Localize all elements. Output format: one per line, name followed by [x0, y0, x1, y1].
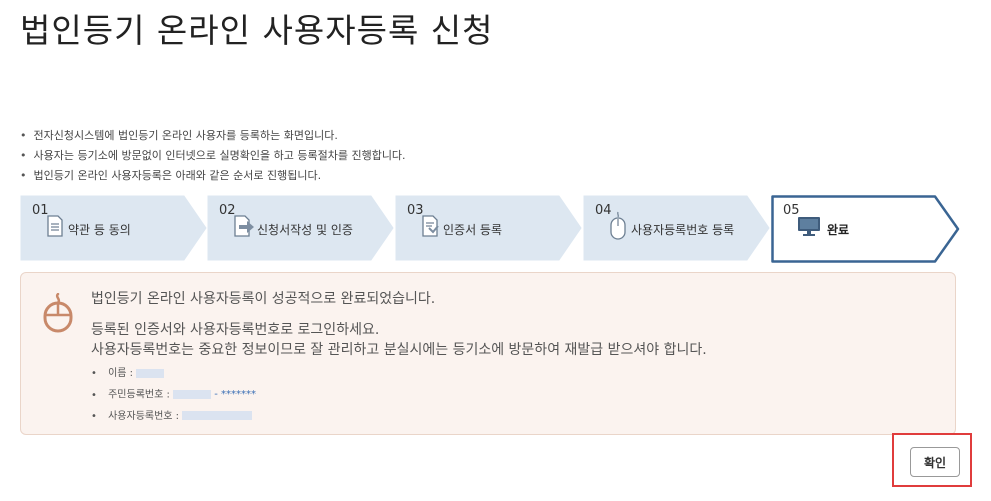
- step-certificate: 03 인증서 등록: [395, 195, 595, 261]
- mouse-icon: [609, 211, 627, 245]
- intro-item: 전자신청시스템에 법인등기 온라인 사용자를 등록하는 화면입니다.: [20, 126, 406, 146]
- rrn-row: 주민등록번호 : - *******: [91, 384, 256, 406]
- result-panel: 법인등기 온라인 사용자등록이 성공적으로 완료되었습니다. 등록된 인증서와 …: [20, 272, 956, 435]
- rrn-masked-value: [173, 390, 212, 399]
- step-label: 신청서작성 및 인증: [257, 223, 353, 237]
- step-label: 인증서 등록: [443, 223, 503, 237]
- progress-steps: 01 약관 등 동의 02 신청서작성 및 인증 03 인증서 등록 04 사용…: [0, 195, 991, 263]
- name-label: 이름 :: [108, 368, 134, 379]
- document-icon: [46, 215, 64, 241]
- user-number-masked-value: [182, 411, 253, 420]
- step-label: 사용자등록번호 등록: [631, 223, 735, 237]
- rrn-suffix: - *******: [214, 389, 257, 400]
- form-arrow-icon: [233, 215, 257, 241]
- step-label: 완료: [827, 223, 850, 237]
- name-row: 이름 :: [91, 363, 256, 384]
- step-agreement: 01 약관 등 동의: [20, 195, 220, 261]
- step-application: 02 신청서작성 및 인증: [207, 195, 407, 261]
- user-number-notice: 사용자등록번호는 중요한 정보이므로 잘 관리하고 분실시에는 등기소에 방문하…: [91, 342, 707, 358]
- user-number-row: 사용자등록번호 :: [91, 406, 256, 427]
- login-instruction: 등록된 인증서와 사용자등록번호로 로그인하세요.: [91, 322, 380, 338]
- step-label: 약관 등 동의: [68, 223, 131, 237]
- mouse-icon: [41, 292, 75, 337]
- intro-item: 법인등기 온라인 사용자등록은 아래와 같은 순서로 진행됩니다.: [20, 166, 406, 186]
- confirm-button[interactable]: 확인: [910, 447, 960, 477]
- page-title: 법인등기 온라인 사용자등록 신청: [20, 11, 494, 50]
- step-complete: 05 완료: [771, 195, 971, 263]
- success-message: 법인등기 온라인 사용자등록이 성공적으로 완료되었습니다.: [91, 291, 436, 307]
- certificate-icon: [421, 215, 441, 241]
- registration-info: 이름 : 주민등록번호 : - ******* 사용자등록번호 :: [91, 363, 256, 427]
- rrn-label: 주민등록번호 :: [108, 389, 170, 401]
- monitor-icon: [797, 215, 821, 241]
- intro-item: 사용자는 등기소에 방문없이 인터넷으로 실명확인을 하고 등록절차를 진행합니…: [20, 146, 406, 166]
- step-user-number: 04 사용자등록번호 등록: [583, 195, 783, 261]
- name-masked-value: [136, 368, 165, 378]
- user-number-label: 사용자등록번호 :: [108, 410, 180, 422]
- intro-list: 전자신청시스템에 법인등기 온라인 사용자를 등록하는 화면입니다. 사용자는 …: [20, 126, 406, 186]
